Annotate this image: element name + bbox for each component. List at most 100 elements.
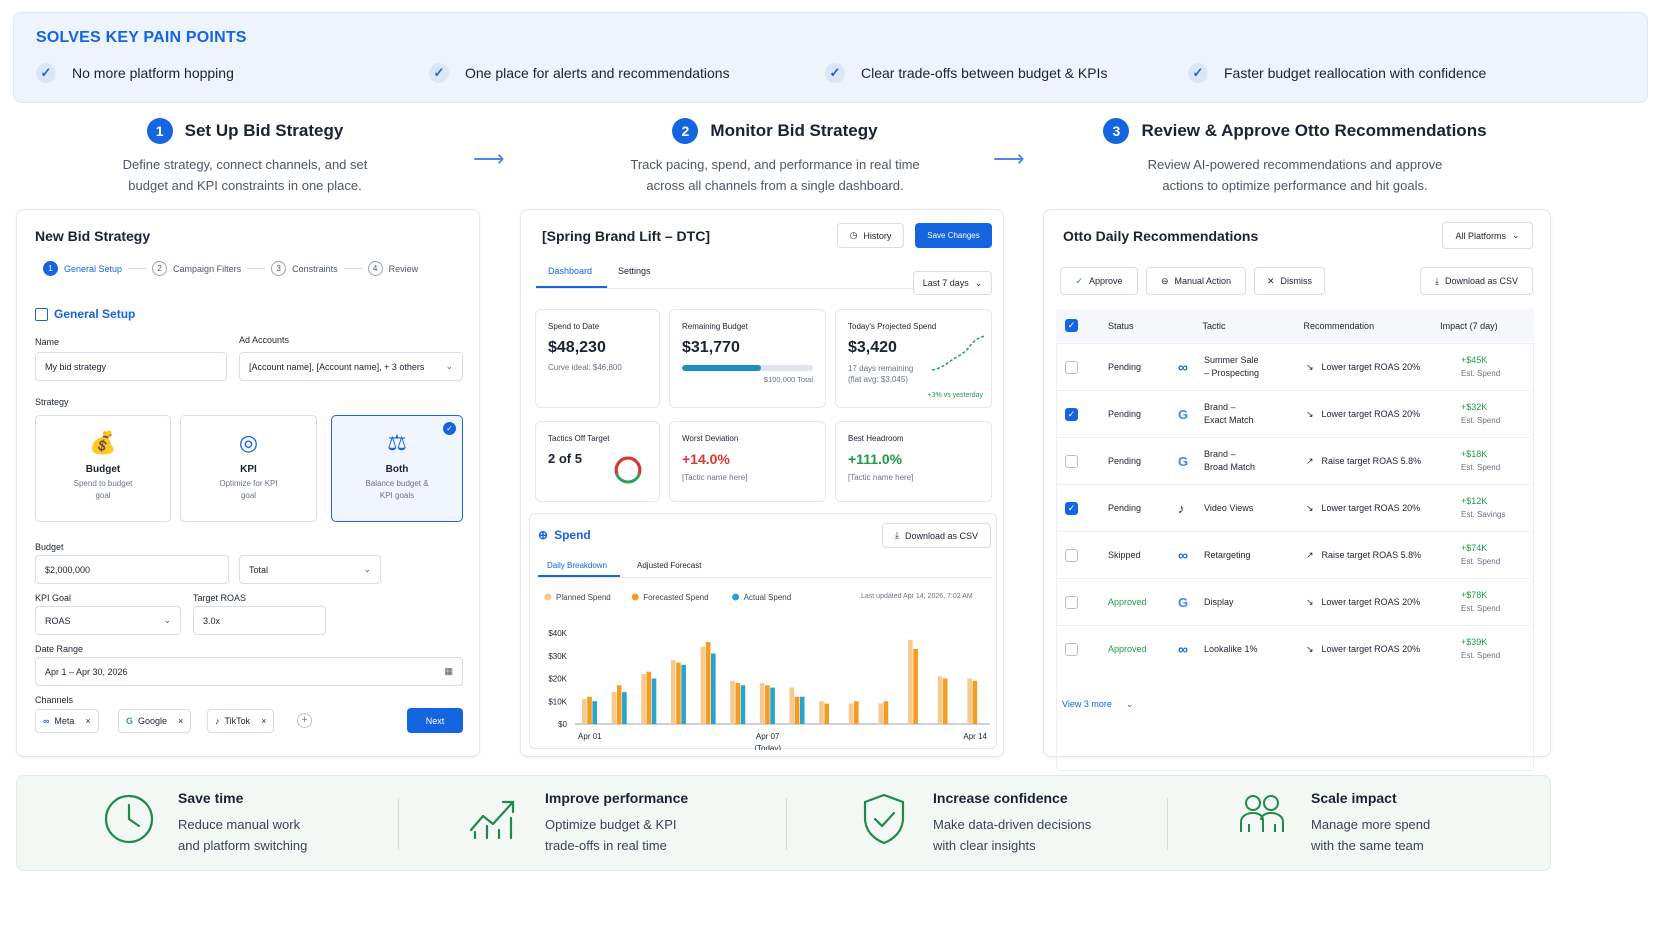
legend-label: Planned Spend	[556, 593, 611, 602]
y-tick-label: $0	[558, 720, 567, 729]
target-roas-input[interactable]: 3.0x	[193, 606, 326, 635]
step-title: Monitor Bid Strategy	[710, 121, 878, 140]
arrow-down-right-icon: ↘	[1306, 408, 1314, 419]
bar	[972, 680, 978, 724]
table-row[interactable]: Approved G Display ↘ Lower target ROAS 20% +$…	[1056, 578, 1534, 625]
impact-value: +$18K	[1461, 449, 1488, 459]
impact-value: +$12K	[1461, 496, 1488, 506]
recommendation-text: Lower target ROAS 20%	[1321, 503, 1421, 513]
budget-type-select[interactable]: Total ⌄	[239, 555, 381, 584]
row-checkbox[interactable]	[1065, 642, 1078, 656]
chevron-down-icon: ⌄	[445, 361, 453, 371]
save-changes-button[interactable]: Save Changes	[915, 223, 992, 248]
wizard-step-2[interactable]: 2	[152, 261, 168, 276]
tab-adjusted-forecast[interactable]: Adjusted Forecast	[637, 561, 701, 570]
step-number: 2	[672, 118, 699, 144]
pain-point: ✓ Clear trade-offs between budget & KPIs	[825, 63, 1107, 83]
next-button[interactable]: Next	[407, 708, 463, 733]
status-text: Pending	[1108, 409, 1142, 419]
wizard-step-3[interactable]: 3	[271, 261, 287, 276]
approve-button[interactable]: ✓ Approve	[1060, 267, 1138, 295]
view-more-link[interactable]: View 3 more ⌄	[1062, 699, 1133, 710]
channel-chip-tiktok[interactable]: ♪ TikTok ×	[207, 709, 275, 733]
chevron-down-icon: ⌄	[974, 277, 983, 288]
table-row[interactable]: Skipped ∞ Retargeting ↗ Raise target ROAS 5.…	[1056, 531, 1534, 578]
date-range-select[interactable]: Last 7 days ⌄	[913, 271, 992, 295]
impact-value: +$39K	[1461, 637, 1488, 647]
strategy-title: [Spring Brand Lift – DTC]	[542, 228, 710, 244]
strategy-budget[interactable]: 💰 Budget Spend to budget goal	[35, 415, 171, 522]
row-checkbox[interactable]	[1065, 360, 1078, 374]
wizard-step-4[interactable]: 4	[367, 261, 383, 276]
arrow-right-icon: ⟶	[993, 146, 1025, 171]
tactic-name: Video Views	[1204, 502, 1254, 513]
row-checkbox[interactable]	[1065, 595, 1078, 609]
table-row[interactable]: ✓ Pending ♪ Video Views ↘ Lower target ROAS 2…	[1056, 484, 1534, 531]
bar	[799, 696, 805, 724]
platform-select[interactable]: All Platforms ⌄	[1442, 222, 1533, 249]
tab-daily-breakdown[interactable]: Daily Breakdown	[547, 561, 607, 570]
x-tick-sublabel: (Today)	[754, 744, 781, 750]
dismiss-button[interactable]: ✕ Dismiss	[1254, 267, 1325, 295]
table-row[interactable]: Pending G Brand – Broad Match ↗ Raise target …	[1056, 437, 1534, 484]
section-header: General Setup	[35, 307, 135, 321]
table-row[interactable]: Pending ∞ Summer Sale – Prospecting ↘ Lower t…	[1056, 343, 1534, 390]
bar	[700, 646, 706, 724]
date-range-input[interactable]: Apr 1 – Apr 30, 2026 ▦	[35, 657, 463, 686]
download-csv-button[interactable]: ⤓ Download as CSV	[882, 523, 991, 548]
tab-dashboard[interactable]: Dashboard	[548, 266, 592, 276]
budget-input[interactable]: $2,000,000	[35, 555, 229, 584]
impact-value: +$32K	[1461, 402, 1488, 412]
bar	[616, 685, 622, 724]
bar	[592, 701, 598, 724]
bar	[587, 696, 592, 724]
impact-value: +$45K	[1461, 355, 1488, 365]
bar	[670, 660, 676, 724]
close-icon[interactable]: ×	[261, 716, 266, 726]
history-button[interactable]: ◷ History	[837, 223, 904, 248]
shield-icon	[863, 793, 905, 845]
bar	[819, 701, 824, 724]
manual-action-button[interactable]: ⊖ Manual Action	[1146, 267, 1246, 295]
bar	[937, 676, 943, 724]
strategy-kpi[interactable]: ◎ KPI Optimize for KPI goal	[180, 415, 317, 522]
bar	[878, 703, 884, 724]
meta-icon: ∞	[1178, 641, 1188, 657]
selected-check-icon: ✓	[443, 422, 456, 435]
name-input[interactable]: My bid strategy	[35, 352, 227, 381]
globe-icon: ⊕	[538, 528, 549, 542]
select-all-checkbox[interactable]: ✓	[1065, 319, 1078, 332]
wizard-step-1[interactable]: 1	[43, 261, 58, 276]
ad-accounts-select[interactable]: [Account name], [Account name], + 3 othe…	[239, 352, 463, 381]
row-checkbox[interactable]: ✓	[1065, 501, 1078, 515]
row-checkbox[interactable]	[1065, 454, 1078, 468]
arrow-up-right-icon: ↗	[1306, 549, 1314, 560]
arrow-down-right-icon: ↘	[1306, 643, 1314, 654]
download-csv-button[interactable]: ⤓ Download as CSV	[1420, 267, 1533, 295]
tactic-name: Brand –	[1204, 449, 1236, 459]
bar	[646, 671, 652, 724]
table-row[interactable]: ✓ Pending G Brand – Exact Match ↘ Lower target…	[1056, 390, 1534, 437]
tiktok-icon: ♪	[1178, 500, 1185, 516]
row-checkbox[interactable]: ✓	[1065, 407, 1078, 421]
close-icon[interactable]: ×	[178, 716, 183, 726]
chevron-down-icon: ⌄	[1125, 699, 1134, 709]
recommendation-text: Lower target ROAS 20%	[1321, 644, 1421, 654]
legend-swatch	[544, 593, 552, 601]
status-text: Pending	[1108, 503, 1142, 513]
table-row[interactable]: Approved ∞ Lookalike 1% ↘ Lower target ROAS …	[1056, 625, 1534, 672]
recommendation-text: Raise target ROAS 5.8%	[1321, 550, 1422, 560]
row-checkbox[interactable]	[1065, 548, 1078, 562]
channel-chip-google[interactable]: G Google ×	[118, 709, 192, 733]
step-3: 3 Review & Approve Otto Recommendations R…	[1100, 118, 1490, 196]
strategy-both[interactable]: ✓ ⚖ Both Balance budget & KPI goals	[331, 415, 463, 522]
bar	[582, 698, 587, 724]
close-icon[interactable]: ×	[85, 716, 90, 726]
google-icon: G	[1178, 594, 1189, 610]
tactic-name: Summer Sale	[1204, 355, 1259, 365]
channel-chip-meta[interactable]: ∞ Meta ×	[35, 709, 99, 733]
kpi-goal-select[interactable]: ROAS ⌄	[35, 606, 181, 635]
tab-settings[interactable]: Settings	[618, 266, 651, 276]
add-channel-button[interactable]: +	[297, 713, 312, 728]
tactic-name: Brand –	[1204, 402, 1236, 412]
